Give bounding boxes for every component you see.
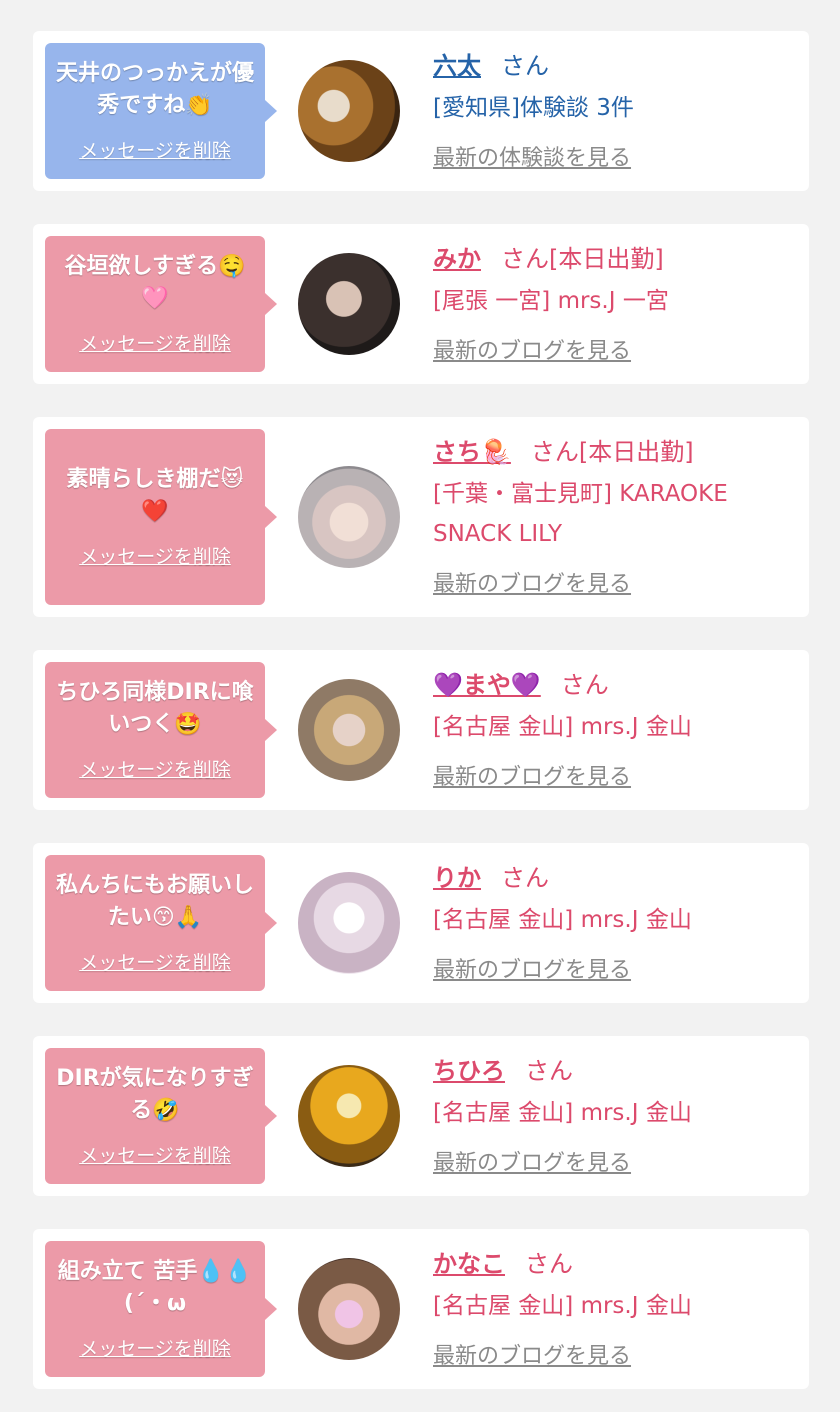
message-bubble: 素晴らしき棚だ😻❤️ メッセージを削除 <box>45 429 265 605</box>
message-text: 谷垣欲しすぎる🤤🩷 <box>64 253 246 311</box>
message-bubble: 組み立て 苦手💧💧(´・ω メッセージを削除 <box>45 1241 265 1377</box>
delete-message-link[interactable]: メッセージを削除 <box>79 542 231 569</box>
name-line: みか さん[本日出勤] <box>433 243 789 275</box>
message-card: 天井のつっかえが優秀ですね👏 メッセージを削除 六太 さん [愛知県]体験談 3件… <box>33 31 809 191</box>
latest-link[interactable]: 最新のブログを見る <box>433 1145 631 1177</box>
user-name-link[interactable]: 六太 <box>433 52 481 80</box>
delete-message-link[interactable]: メッセージを削除 <box>79 1334 231 1361</box>
user-info: 六太 さん [愛知県]体験談 3件 最新の体験談を見る <box>433 50 809 172</box>
user-name-link[interactable]: りか <box>433 864 481 892</box>
area-text: [名古屋 金山] mrs.J 金山 <box>433 1100 692 1126</box>
honorific-text: さん <box>525 1057 573 1085</box>
latest-link[interactable]: 最新のブログを見る <box>433 759 631 791</box>
avatar[interactable] <box>298 872 400 974</box>
name-line: ちひろ さん <box>433 1055 789 1087</box>
user-name-link[interactable]: ちひろ <box>433 1057 505 1085</box>
user-name-link[interactable]: かなこ <box>433 1250 505 1278</box>
message-card: 私んちにもお願いしたい😙🙏 メッセージを削除 りか さん [名古屋 金山] mrs… <box>33 843 809 1003</box>
message-bubble: 私んちにもお願いしたい😙🙏 メッセージを削除 <box>45 855 265 991</box>
user-info: かなこ さん [名古屋 金山] mrs.J 金山 最新のブログを見る <box>433 1248 809 1370</box>
user-info: りか さん [名古屋 金山] mrs.J 金山 最新のブログを見る <box>433 862 809 984</box>
message-card: 素晴らしき棚だ😻❤️ メッセージを削除 さち🪼 さん[本日出勤] [千葉・富士見町… <box>33 417 809 617</box>
message-text: 天井のつっかえが優秀ですね👏 <box>55 60 254 118</box>
avatar[interactable] <box>298 679 400 781</box>
delete-message-link[interactable]: メッセージを削除 <box>79 1141 231 1168</box>
user-info: ちひろ さん [名古屋 金山] mrs.J 金山 最新のブログを見る <box>433 1055 809 1177</box>
message-text: DIRが気になりすぎる🤣 <box>56 1065 254 1123</box>
avatar[interactable] <box>298 1065 400 1167</box>
message-card: DIRが気になりすぎる🤣 メッセージを削除 ちひろ さん [名古屋 金山] mrs… <box>33 1036 809 1196</box>
message-card: ちひろ同様DIRに喰いつく🤩 メッセージを削除 💜まや💜 さん [名古屋 金山] … <box>33 650 809 810</box>
latest-link[interactable]: 最新のブログを見る <box>433 333 631 365</box>
avatar[interactable] <box>298 1258 400 1360</box>
area-text: [名古屋 金山] mrs.J 金山 <box>433 1293 692 1319</box>
user-name-link[interactable]: みか <box>433 245 481 273</box>
area-text: [愛知県]体験談 3件 <box>433 95 634 121</box>
delete-message-link[interactable]: メッセージを削除 <box>79 136 231 163</box>
message-text: 素晴らしき棚だ😻❤️ <box>66 466 244 524</box>
name-line: 六太 さん <box>433 50 789 82</box>
delete-message-link[interactable]: メッセージを削除 <box>79 948 231 975</box>
latest-link[interactable]: 最新の体験談を見る <box>433 140 631 172</box>
honorific-text: さん <box>525 1250 573 1278</box>
message-bubble: 谷垣欲しすぎる🤤🩷 メッセージを削除 <box>45 236 265 372</box>
message-card: 組み立て 苦手💧💧(´・ω メッセージを削除 かなこ さん [名古屋 金山] mr… <box>33 1229 809 1389</box>
area-text: [千葉・富士見町] KARAOKE SNACK LILY <box>433 481 728 547</box>
message-text: ちひろ同様DIRに喰いつく🤩 <box>56 679 254 737</box>
message-bubble: 天井のつっかえが優秀ですね👏 メッセージを削除 <box>45 43 265 179</box>
user-name-link[interactable]: 💜まや💜 <box>433 671 541 699</box>
latest-link[interactable]: 最新のブログを見る <box>433 566 631 598</box>
user-info: 💜まや💜 さん [名古屋 金山] mrs.J 金山 最新のブログを見る <box>433 669 809 791</box>
name-line: さち🪼 さん[本日出勤] <box>433 436 789 468</box>
name-line: かなこ さん <box>433 1248 789 1280</box>
honorific-text: さん[本日出勤] <box>501 245 664 273</box>
honorific-text: さん <box>560 671 609 699</box>
avatar[interactable] <box>298 253 400 355</box>
message-list: 天井のつっかえが優秀ですね👏 メッセージを削除 六太 さん [愛知県]体験談 3件… <box>33 31 809 1389</box>
latest-link[interactable]: 最新のブログを見る <box>433 952 631 984</box>
area-text: [尾張 一宮] mrs.J 一宮 <box>433 288 669 314</box>
honorific-text: さん <box>501 864 549 892</box>
honorific-text: さん <box>501 52 549 80</box>
avatar[interactable] <box>298 466 400 568</box>
honorific-text: さん[本日出勤] <box>530 438 694 466</box>
user-info: みか さん[本日出勤] [尾張 一宮] mrs.J 一宮 最新のブログを見る <box>433 243 809 365</box>
delete-message-link[interactable]: メッセージを削除 <box>79 329 231 356</box>
area-text: [名古屋 金山] mrs.J 金山 <box>433 714 692 740</box>
name-line: 💜まや💜 さん <box>433 669 789 701</box>
area-text: [名古屋 金山] mrs.J 金山 <box>433 907 692 933</box>
message-card: 谷垣欲しすぎる🤤🩷 メッセージを削除 みか さん[本日出勤] [尾張 一宮] mr… <box>33 224 809 384</box>
message-text: 私んちにもお願いしたい😙🙏 <box>55 872 254 930</box>
delete-message-link[interactable]: メッセージを削除 <box>79 755 231 782</box>
name-line: りか さん <box>433 862 789 894</box>
latest-link[interactable]: 最新のブログを見る <box>433 1338 631 1370</box>
user-name-link[interactable]: さち🪼 <box>433 438 511 466</box>
message-bubble: ちひろ同様DIRに喰いつく🤩 メッセージを削除 <box>45 662 265 798</box>
message-bubble: DIRが気になりすぎる🤣 メッセージを削除 <box>45 1048 265 1184</box>
message-text: 組み立て 苦手💧💧(´・ω <box>57 1258 253 1316</box>
avatar[interactable] <box>298 60 400 162</box>
user-info: さち🪼 さん[本日出勤] [千葉・富士見町] KARAOKE SNACK LILY… <box>433 436 809 598</box>
